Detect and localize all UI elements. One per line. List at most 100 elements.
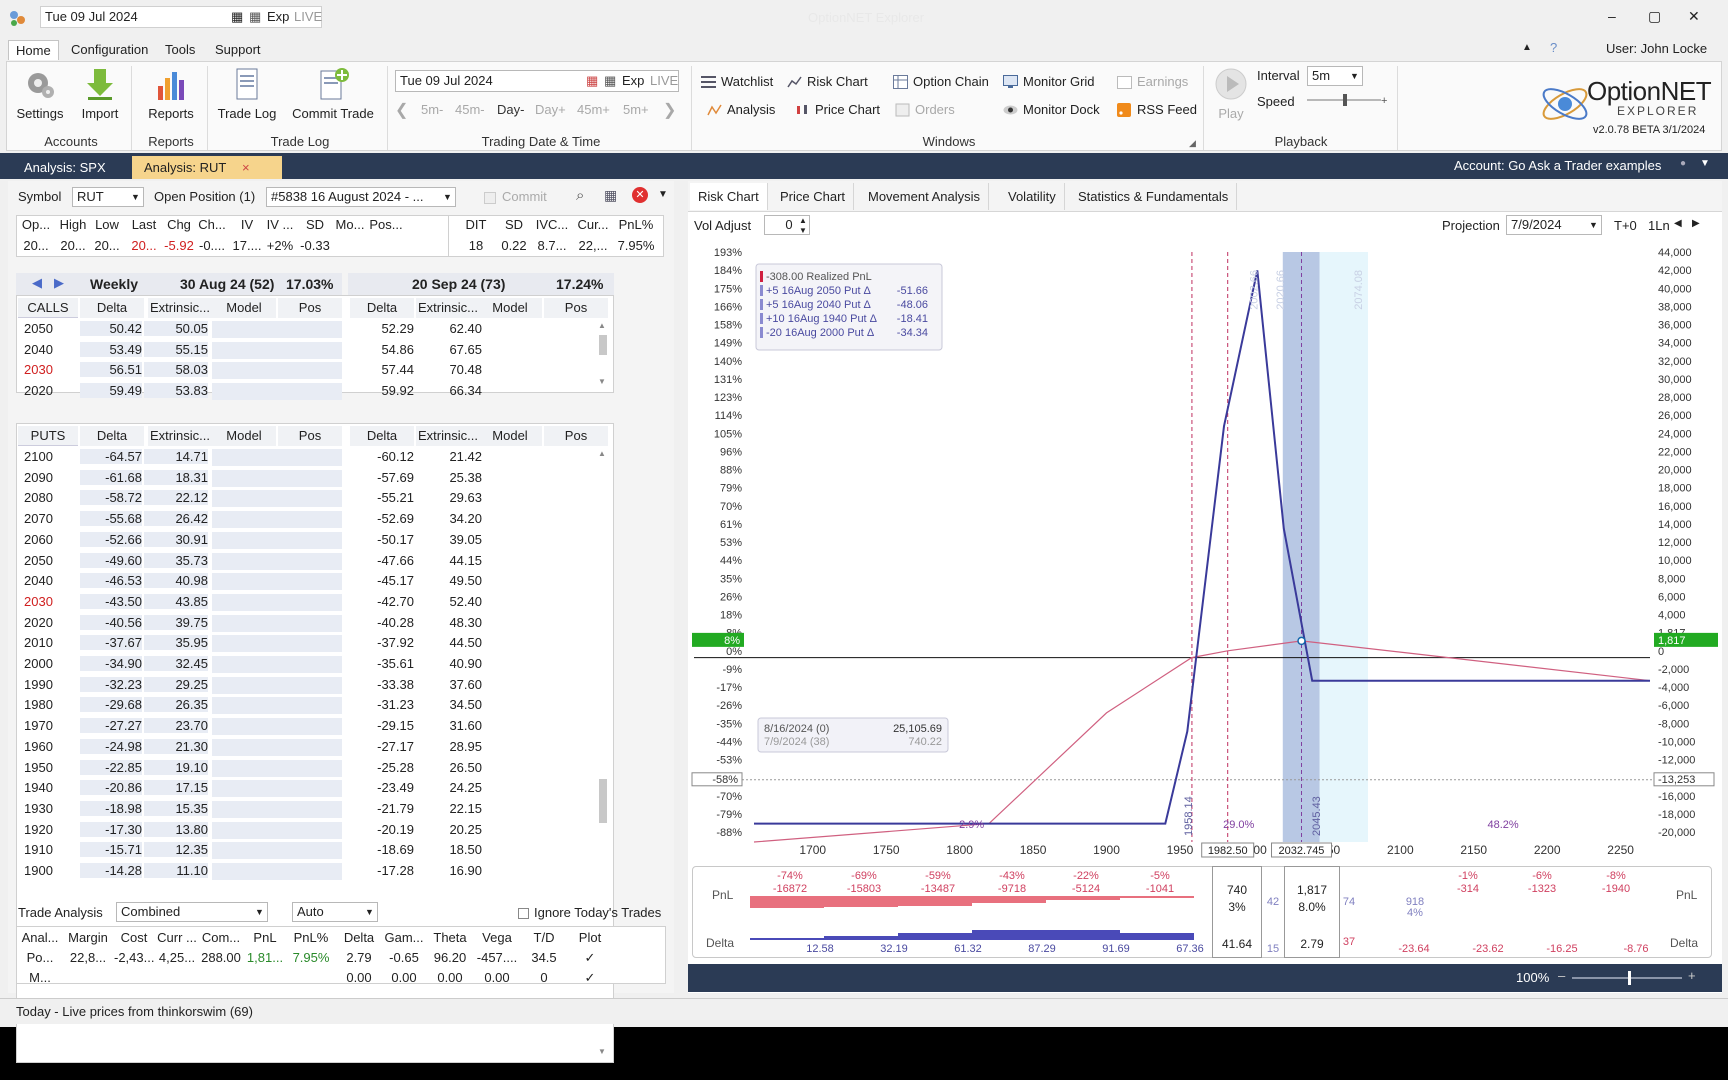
put-row[interactable]: 2040 -46.53 40.98 -45.17 49.50 (18, 571, 598, 591)
grid-view-icon[interactable]: ▦ (604, 187, 617, 204)
trading-date-field[interactable]: Tue 09 Jul 2024 ▦ ▦ Exp LIVE (395, 70, 679, 92)
tab-analysis-rut[interactable]: Analysis: RUT × (132, 156, 282, 179)
put-row[interactable]: 1920 -17.30 13.80 -20.19 20.25 (18, 820, 598, 840)
trade-analysis-auto-select[interactable]: Auto ▼ (292, 902, 378, 922)
account-pin-icon[interactable]: ● (1680, 158, 1686, 169)
commit-button[interactable]: Commit (484, 189, 547, 204)
position-menu-icon[interactable]: ▼ (658, 189, 668, 200)
put-row[interactable]: 1970 -27.27 23.70 -29.15 31.60 (18, 716, 598, 736)
put-row[interactable]: 2030 -43.50 43.85 -42.70 52.40 (18, 592, 598, 612)
zoom-in-icon[interactable]: + (1688, 968, 1696, 983)
trade-log-button[interactable]: Trade Log (215, 66, 279, 121)
put-row[interactable]: 1910 -15.71 12.35 -18.69 18.50 (18, 840, 598, 860)
expiry2-header[interactable]: 20 Sep 24 (73) 17.24% (348, 273, 614, 295)
title-date-field[interactable]: Tue 09 Jul 2024 ▦ ▦ Exp LIVE (40, 6, 322, 28)
put-row[interactable]: 2020 -40.56 39.75 -40.28 48.30 (18, 613, 598, 633)
ln-label[interactable]: 1Ln (1648, 218, 1670, 233)
search-icon[interactable]: ⌕ (576, 187, 584, 204)
close-tab-icon[interactable]: × (242, 156, 250, 179)
expiry1-header[interactable]: Weekly 30 Aug 24 (52) 17.03% (80, 273, 342, 295)
prev-arrow-icon[interactable]: ❮ (395, 100, 408, 120)
orders-button[interactable]: Orders (895, 100, 955, 120)
commit-trade-button[interactable]: Commit Trade (287, 66, 379, 121)
analysis-button[interactable]: Analysis (707, 100, 775, 120)
earnings-button[interactable]: Earnings (1117, 72, 1188, 92)
put-row[interactable]: 1940 -20.86 17.15 -23.49 24.25 (18, 778, 598, 798)
projection-next-icon[interactable]: ▶ (1692, 218, 1700, 229)
reports-button[interactable]: Reports (141, 66, 201, 121)
put-row[interactable]: 1930 -18.98 15.35 -21.79 22.15 (18, 799, 598, 819)
minimize-button[interactable]: – (1608, 8, 1616, 24)
next-arrow-icon[interactable]: ❯ (663, 100, 676, 120)
put-row[interactable]: 2060 -52.66 30.91 -50.17 39.05 (18, 530, 598, 550)
put-row[interactable]: 2050 -49.60 35.73 -47.66 44.15 (18, 551, 598, 571)
stepper-down-icon[interactable]: ▼ (799, 222, 807, 240)
trade-analysis-mode-select[interactable]: Combined ▼ (116, 902, 268, 922)
risk-chart[interactable]: -16.6% -14.2% -11.7% -9.3% -6.8% -4.3% -2.7% -0… (688, 240, 1724, 860)
position-select[interactable]: #5838 16 August 2024 - ... ▼ (266, 187, 456, 207)
menu-tools[interactable]: Tools (158, 40, 202, 59)
put-row[interactable]: 2090 -61.68 18.31 -57.69 25.38 (18, 468, 598, 488)
tab-volatility[interactable]: Volatility (1000, 183, 1065, 210)
nav-45m-forward[interactable]: 45m+ (577, 102, 610, 117)
import-button[interactable]: Import (71, 66, 129, 121)
monitor-grid-button[interactable]: Monitor Grid (1003, 72, 1095, 92)
zoom-slider[interactable] (1572, 977, 1682, 979)
call-row[interactable]: 2030 56.51 58.03 57.44 70.48 (18, 360, 598, 380)
account-menu-icon[interactable]: ▼ (1700, 158, 1710, 169)
call-row[interactable]: 2020 59.49 53.83 59.92 66.34 (18, 381, 598, 401)
put-row[interactable]: 2080 -58.72 22.12 -55.21 29.63 (18, 488, 598, 508)
next-expiry-icon[interactable]: ▶ (54, 275, 64, 291)
put-row[interactable]: 1960 -24.98 21.30 -27.17 28.95 (18, 737, 598, 757)
ta-row2-cell-12[interactable]: ✓ (568, 970, 612, 986)
projection-prev-icon[interactable]: ◀ (1674, 218, 1682, 229)
tab-risk-chart[interactable]: Risk Chart (690, 183, 768, 210)
vol-adjust-stepper[interactable]: 0 ▲ ▼ (764, 215, 810, 235)
collapse-ribbon-icon[interactable]: ▲ (1522, 42, 1532, 53)
menu-configuration[interactable]: Configuration (64, 40, 155, 59)
nav-45m-back[interactable]: 45m- (455, 102, 485, 117)
option-chain-button[interactable]: Option Chain (893, 72, 989, 92)
call-row[interactable]: 2040 53.49 55.15 54.86 67.65 (18, 340, 598, 360)
nav-5m-forward[interactable]: 5m+ (623, 102, 649, 117)
tab-movement-analysis[interactable]: Movement Analysis (860, 183, 989, 210)
calendar-icon[interactable]: ▦ (586, 71, 598, 91)
settings-button[interactable]: Settings (11, 66, 69, 121)
watchlist-button[interactable]: Watchlist (701, 72, 773, 92)
projection-date-select[interactable]: 7/9/2024 ▼ (1506, 215, 1602, 235)
menu-home[interactable]: Home (8, 40, 59, 60)
nav-day-forward[interactable]: Day+ (535, 102, 566, 117)
put-row[interactable]: 2100 -64.57 14.71 -60.12 21.42 (18, 447, 598, 467)
t0-label[interactable]: T+0 (1614, 218, 1637, 233)
menu-support[interactable]: Support (208, 40, 268, 59)
rss-feed-button[interactable]: RSS Feed (1117, 100, 1197, 120)
put-row[interactable]: 2000 -34.90 32.45 -35.61 40.90 (18, 654, 598, 674)
help-icon[interactable]: ? (1550, 40, 1557, 55)
calls-scrollbar[interactable]: ▲ ▼ (598, 321, 608, 391)
price-chart-button[interactable]: Price Chart (795, 100, 880, 120)
put-row[interactable]: 2010 -37.67 35.95 -37.92 44.50 (18, 633, 598, 653)
put-row[interactable]: 1980 -29.68 26.35 -31.23 34.50 (18, 695, 598, 715)
close-button[interactable]: ✕ (1688, 8, 1700, 25)
speed-slider[interactable]: + (1305, 93, 1387, 107)
symbol-select[interactable]: RUT ▼ (72, 187, 144, 207)
put-row[interactable]: 1950 -22.85 19.10 -25.28 26.50 (18, 758, 598, 778)
zoom-slider-thumb[interactable] (1628, 971, 1631, 985)
maximize-button[interactable]: ▢ (1648, 8, 1661, 25)
put-row[interactable]: 2070 -55.68 26.42 -52.69 34.20 (18, 509, 598, 529)
call-row[interactable]: 2050 50.42 50.05 52.29 62.40 (18, 319, 598, 339)
zoom-out-icon[interactable]: – (1558, 968, 1565, 983)
tab-statistics[interactable]: Statistics & Fundamentals (1070, 183, 1238, 210)
monitor-dock-button[interactable]: Monitor Dock (1003, 100, 1100, 120)
risk-chart-button[interactable]: Risk Chart (787, 72, 868, 92)
delete-position-icon[interactable]: ✕ (632, 187, 648, 203)
interval-select[interactable]: 5m ▼ (1307, 66, 1363, 86)
prev-expiry-icon[interactable]: ◀ (32, 275, 42, 291)
nav-day-back[interactable]: Day- (497, 102, 524, 117)
nav-5m-back[interactable]: 5m- (421, 102, 443, 117)
tab-analysis-spx[interactable]: Analysis: SPX (12, 156, 118, 179)
ignore-today-checkbox[interactable]: Ignore Today's Trades (518, 905, 661, 920)
calendar-icon[interactable]: ▦ (231, 7, 243, 27)
ta-row1-cell-12[interactable]: ✓ (568, 950, 612, 966)
put-row[interactable]: 1900 -14.28 11.10 -17.28 16.90 (18, 861, 598, 881)
